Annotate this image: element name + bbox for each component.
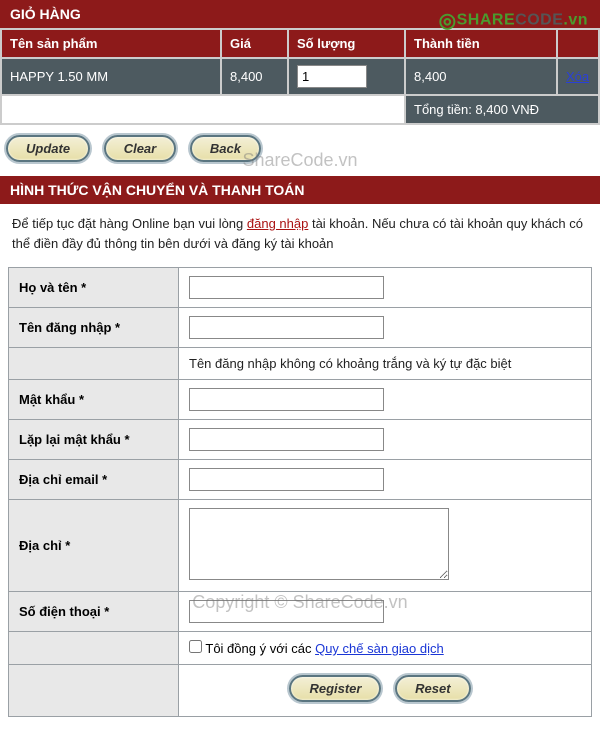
cart-table: Tên sản phẩm Giá Số lượng Thành tiền HAP… xyxy=(0,28,600,125)
clear-button[interactable]: Clear xyxy=(104,135,177,162)
login-link[interactable]: đăng nhập xyxy=(247,216,308,231)
cell-total: 8,400 xyxy=(406,59,556,94)
cell-action: Xóa xyxy=(558,59,598,94)
instructions: Để tiếp tục đặt hàng Online bạn vui lòng… xyxy=(0,204,600,267)
terms-link[interactable]: Quy chế sàn giao dịch xyxy=(315,641,444,656)
password2-field[interactable] xyxy=(189,428,384,451)
back-button[interactable]: Back xyxy=(190,135,261,162)
label-address: Địa chỉ * xyxy=(9,500,179,592)
address-field[interactable] xyxy=(189,508,449,580)
update-button[interactable]: Update xyxy=(6,135,90,162)
label-password: Mật khẩu * xyxy=(9,380,179,420)
sharecode-logo: ◎SHARECODE.vn xyxy=(439,8,588,33)
cart-buttons: Update Clear Back xyxy=(0,125,600,176)
registration-form: Họ và tên * Tên đăng nhập * Tên đăng nhậ… xyxy=(8,267,592,717)
label-phone: Số điện thoại * xyxy=(9,592,179,632)
reset-button[interactable]: Reset xyxy=(395,675,470,702)
cell-qty xyxy=(289,59,404,94)
col-qty: Số lượng xyxy=(289,30,404,57)
label-username: Tên đăng nhập * xyxy=(9,308,179,348)
table-row: HAPPY 1.50 MM 8,400 8,400 Xóa xyxy=(2,59,598,94)
label-fullname: Họ và tên * xyxy=(9,268,179,308)
grand-total: Tổng tiền: 8,400 VNĐ xyxy=(406,96,598,123)
username-hint: Tên đăng nhập không có khoảng trắng và k… xyxy=(179,348,592,380)
cell-price: 8,400 xyxy=(222,59,287,94)
col-name: Tên sản phẩm xyxy=(2,30,220,57)
cell-name: HAPPY 1.50 MM xyxy=(2,59,220,94)
username-field[interactable] xyxy=(189,316,384,339)
register-button[interactable]: Register xyxy=(289,675,381,702)
col-price: Giá xyxy=(222,30,287,57)
shipping-title: HÌNH THỨC VẬN CHUYỂN VÀ THANH TOÁN xyxy=(0,176,600,204)
col-action xyxy=(558,30,598,57)
qty-input[interactable] xyxy=(297,65,367,88)
password-field[interactable] xyxy=(189,388,384,411)
label-password2: Lặp lại mật khẩu * xyxy=(9,420,179,460)
delete-link[interactable]: Xóa xyxy=(566,69,589,84)
agree-cell: Tôi đồng ý với các Quy chế sàn giao dịch xyxy=(179,632,592,665)
agree-label: Tôi đồng ý với các Quy chế sàn giao dịch xyxy=(205,641,443,656)
email-field[interactable] xyxy=(189,468,384,491)
phone-field[interactable] xyxy=(189,600,384,623)
grand-total-row: Tổng tiền: 8,400 VNĐ xyxy=(2,96,598,123)
agree-checkbox[interactable] xyxy=(189,640,202,653)
fullname-field[interactable] xyxy=(189,276,384,299)
cart-header-row: Tên sản phẩm Giá Số lượng Thành tiền xyxy=(2,30,598,57)
col-total: Thành tiền xyxy=(406,30,556,57)
label-email: Địa chỉ email * xyxy=(9,460,179,500)
